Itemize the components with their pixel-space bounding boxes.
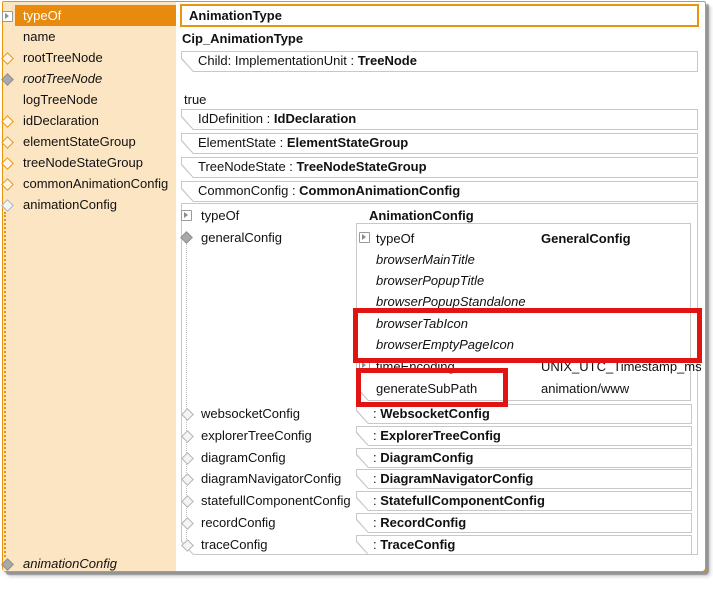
diagramnavigatorconfig-label[interactable]: diagramNavigatorConfig bbox=[201, 469, 341, 489]
websocketconfig-box[interactable]: : WebsocketConfig bbox=[356, 404, 692, 424]
explorertreeconfig-label[interactable]: explorerTreeConfig bbox=[201, 426, 312, 446]
traceconfig-label[interactable]: traceConfig bbox=[201, 535, 267, 555]
commonconfig-box[interactable]: CommonConfig : CommonAnimationConfig bbox=[181, 181, 698, 202]
boolean-value: true bbox=[184, 90, 206, 110]
expand-toggle-icon[interactable] bbox=[181, 210, 192, 221]
selected-type-box[interactable]: AnimationType bbox=[180, 4, 699, 27]
traceconfig-box[interactable]: : TraceConfig bbox=[356, 535, 692, 555]
sidebar-item-animationconfig[interactable]: animationConfig bbox=[15, 194, 176, 215]
diagramconfig-box[interactable]: : DiagramConfig bbox=[356, 448, 692, 468]
config-typeof-label[interactable]: typeOf bbox=[201, 206, 239, 226]
annotation-highlight-generatesubpath bbox=[356, 368, 508, 407]
general-typeof-value: GeneralConfig bbox=[541, 229, 631, 249]
sidebar-item-iddeclaration[interactable]: idDeclaration bbox=[15, 110, 176, 131]
elementstate-box[interactable]: ElementState : ElementStateGroup bbox=[181, 133, 698, 154]
config-typeof-value: AnimationConfig bbox=[369, 206, 474, 226]
treenodestate-box[interactable]: TreeNodeState : TreeNodeStateGroup bbox=[181, 157, 698, 178]
browserpopuptitle-label[interactable]: browserPopupTitle bbox=[376, 271, 484, 291]
diagramnavigatorconfig-box[interactable]: : DiagramNavigatorConfig bbox=[356, 469, 692, 489]
sidebar-item-roottreenode[interactable]: rootTreeNode bbox=[15, 47, 176, 68]
explorertreeconfig-box[interactable]: : ExplorerTreeConfig bbox=[356, 426, 692, 446]
sidebar-item-roottreenode-ref[interactable]: rootTreeNode bbox=[15, 68, 176, 89]
websocketconfig-label[interactable]: websocketConfig bbox=[201, 404, 300, 424]
generalconfig-label[interactable]: generalConfig bbox=[201, 228, 282, 248]
child-implementationunit-box[interactable]: Child: ImplementationUnit : TreeNode bbox=[181, 51, 698, 72]
sidebar-item-elementstategroup[interactable]: elementStateGroup bbox=[15, 131, 176, 152]
annotation-highlight-browser-icons bbox=[353, 308, 702, 363]
sidebar-item-commonanimationconfig[interactable]: commonAnimationConfig bbox=[15, 173, 176, 194]
expand-toggle-icon[interactable] bbox=[359, 232, 370, 243]
expand-toggle-icon[interactable] bbox=[2, 11, 13, 22]
recordconfig-label[interactable]: recordConfig bbox=[201, 513, 275, 533]
sidebar-item-treenodestategroup[interactable]: treeNodeStateGroup bbox=[15, 152, 176, 173]
statefullcomponentconfig-box[interactable]: : StatefullComponentConfig bbox=[356, 491, 692, 511]
general-typeof-label[interactable]: typeOf bbox=[376, 229, 414, 249]
type-heading: Cip_AnimationType bbox=[182, 29, 303, 49]
diagramconfig-label[interactable]: diagramConfig bbox=[201, 448, 286, 468]
generatesubpath-value: animation/www bbox=[541, 379, 629, 399]
sidebar-footer-animationconfig[interactable]: animationConfig bbox=[15, 553, 176, 574]
statefullcomponentconfig-label[interactable]: statefullComponentConfig bbox=[201, 491, 351, 511]
sidebar-item-logtreenode[interactable]: logTreeNode bbox=[15, 89, 176, 110]
properties-panel: typeOf name rootTreeNode rootTreeNode lo… bbox=[2, 1, 706, 572]
sidebar-tree-dotted-line bbox=[4, 212, 6, 557]
iddefinition-box[interactable]: IdDefinition : IdDeclaration bbox=[181, 109, 698, 130]
recordconfig-box[interactable]: : RecordConfig bbox=[356, 513, 692, 533]
sidebar-item-typeof[interactable]: typeOf bbox=[15, 5, 176, 26]
browsermaintitle-label[interactable]: browserMainTitle bbox=[376, 250, 475, 270]
sidebar-item-name[interactable]: name bbox=[15, 26, 176, 47]
sidebar: typeOf name rootTreeNode rootTreeNode lo… bbox=[3, 2, 176, 571]
